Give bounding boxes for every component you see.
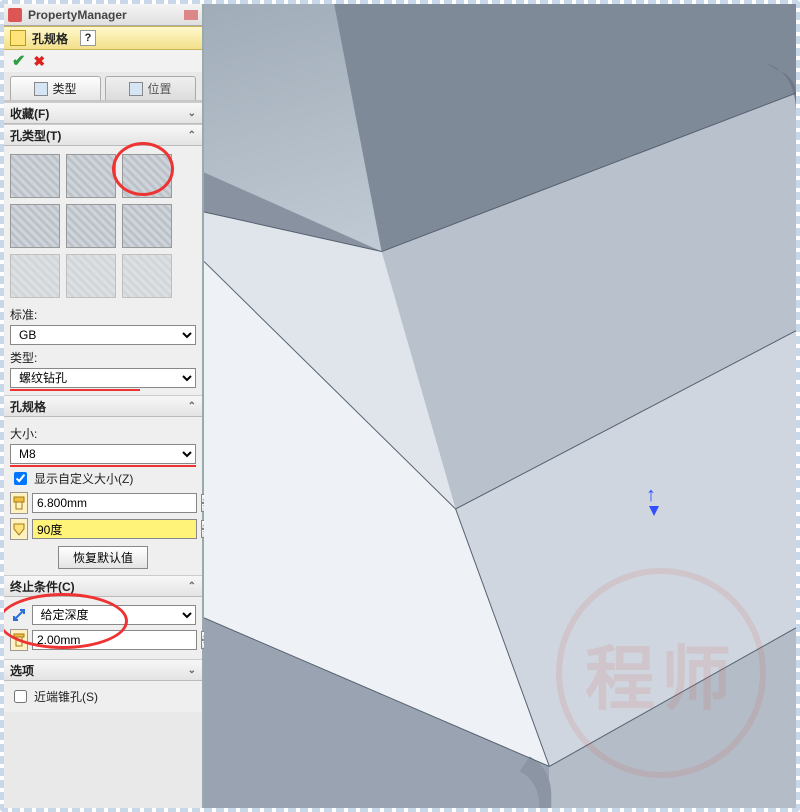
pm-logo-icon bbox=[8, 8, 22, 22]
ok-button[interactable]: ✔ bbox=[12, 51, 25, 71]
size-select[interactable]: M8 bbox=[10, 444, 196, 464]
tab-position-label: 位置 bbox=[147, 80, 171, 97]
custom-size-label: 显示自定义大小(Z) bbox=[34, 470, 133, 487]
pm-header: PropertyManager bbox=[4, 4, 202, 26]
group-endcond-header[interactable]: 终止条件(C) ⌃ bbox=[4, 575, 202, 597]
hole-type-counterbore[interactable] bbox=[10, 154, 60, 198]
cancel-button[interactable]: ✖ bbox=[33, 53, 45, 70]
hole-type-legacy[interactable] bbox=[122, 204, 172, 248]
chevron-up-icon: ⌃ bbox=[188, 130, 196, 141]
angle-input[interactable] bbox=[32, 519, 197, 539]
group-holetype-header[interactable]: 孔类型(T) ⌃ bbox=[4, 124, 202, 146]
feature-titlebar: 孔规格 ? bbox=[4, 26, 202, 50]
hole-type-slot-cb[interactable] bbox=[10, 254, 60, 298]
custom-size-checkbox-row[interactable]: 显示自定义大小(Z) bbox=[10, 469, 196, 488]
standard-label: 标准: bbox=[10, 306, 196, 323]
group-holespec-header[interactable]: 孔规格 ⌃ bbox=[4, 395, 202, 417]
feature-title: 孔规格 bbox=[32, 30, 68, 47]
diameter-input[interactable] bbox=[32, 493, 197, 513]
restore-defaults-button[interactable]: 恢复默认值 bbox=[58, 546, 148, 569]
tab-type-label: 类型 bbox=[52, 80, 76, 97]
hole-type-slot-cs[interactable] bbox=[66, 254, 116, 298]
property-manager-panel: PropertyManager 孔规格 ? ✔ ✖ 类型 位置 bbox=[4, 4, 204, 808]
tab-type-icon bbox=[34, 82, 48, 96]
tab-type[interactable]: 类型 bbox=[10, 76, 101, 100]
group-favorites-title: 收藏(F) bbox=[10, 105, 49, 122]
custom-size-checkbox[interactable] bbox=[14, 472, 27, 485]
chevron-down-icon: ⌄ bbox=[188, 108, 196, 119]
pin-icon[interactable] bbox=[184, 10, 198, 20]
reverse-direction-icon[interactable] bbox=[10, 605, 28, 625]
watermark: 程师 bbox=[556, 568, 766, 778]
depth-icon bbox=[10, 629, 28, 651]
diameter-icon bbox=[10, 492, 28, 514]
chevron-up-icon: ⌃ bbox=[188, 581, 196, 592]
tab-position-icon bbox=[129, 82, 143, 96]
group-options-header[interactable]: 选项 ⌄ bbox=[4, 659, 202, 681]
hole-type-slot[interactable] bbox=[122, 254, 172, 298]
endcond-mode-select[interactable]: 给定深度 bbox=[32, 605, 196, 625]
group-favorites-header[interactable]: 收藏(F) ⌄ bbox=[4, 102, 202, 124]
hole-type-tap[interactable] bbox=[10, 204, 60, 248]
chevron-up-icon: ⌃ bbox=[188, 401, 196, 412]
group-options-title: 选项 bbox=[10, 662, 34, 679]
angle-icon bbox=[10, 518, 28, 540]
standard-select[interactable]: GB bbox=[10, 325, 196, 345]
depth-input[interactable] bbox=[32, 630, 197, 650]
tab-position[interactable]: 位置 bbox=[105, 76, 196, 100]
pm-title: PropertyManager bbox=[28, 8, 127, 22]
group-holespec-title: 孔规格 bbox=[10, 398, 46, 415]
near-cone-label: 近端锥孔(S) bbox=[34, 688, 98, 705]
type-label: 类型: bbox=[10, 349, 196, 366]
hole-type-pipe-tap[interactable] bbox=[66, 204, 116, 248]
near-cone-row[interactable]: 近端锥孔(S) bbox=[10, 687, 196, 706]
hole-type-hole[interactable] bbox=[122, 154, 172, 198]
near-cone-checkbox[interactable] bbox=[14, 690, 27, 703]
annotation-underline-size bbox=[10, 465, 196, 467]
group-holetype-body: 标准: GB 类型: 螺纹钻孔 bbox=[4, 146, 202, 395]
hole-type-countersink[interactable] bbox=[66, 154, 116, 198]
group-endcond-title: 终止条件(C) bbox=[10, 578, 75, 595]
chevron-down-icon: ⌄ bbox=[188, 665, 196, 676]
group-holespec-body: 大小: M8 显示自定义大小(Z) ▲▼ ▲▼ bbox=[4, 417, 202, 575]
group-options-body: 近端锥孔(S) bbox=[4, 681, 202, 712]
type-select[interactable]: 螺纹钻孔 bbox=[10, 368, 196, 388]
group-endcond-body: 给定深度 ▲▼ bbox=[4, 597, 202, 659]
hole-type-grid bbox=[10, 154, 196, 298]
confirm-row: ✔ ✖ bbox=[4, 50, 202, 72]
group-holetype-title: 孔类型(T) bbox=[10, 127, 61, 144]
axis-triad-icon: ↑ bbox=[646, 484, 656, 507]
graphics-viewport[interactable]: ↑ 程师 bbox=[204, 4, 796, 808]
annotation-underline-type bbox=[10, 389, 140, 391]
help-button[interactable]: ? bbox=[80, 30, 96, 46]
hole-feature-icon bbox=[10, 30, 26, 46]
size-label: 大小: bbox=[10, 425, 196, 442]
